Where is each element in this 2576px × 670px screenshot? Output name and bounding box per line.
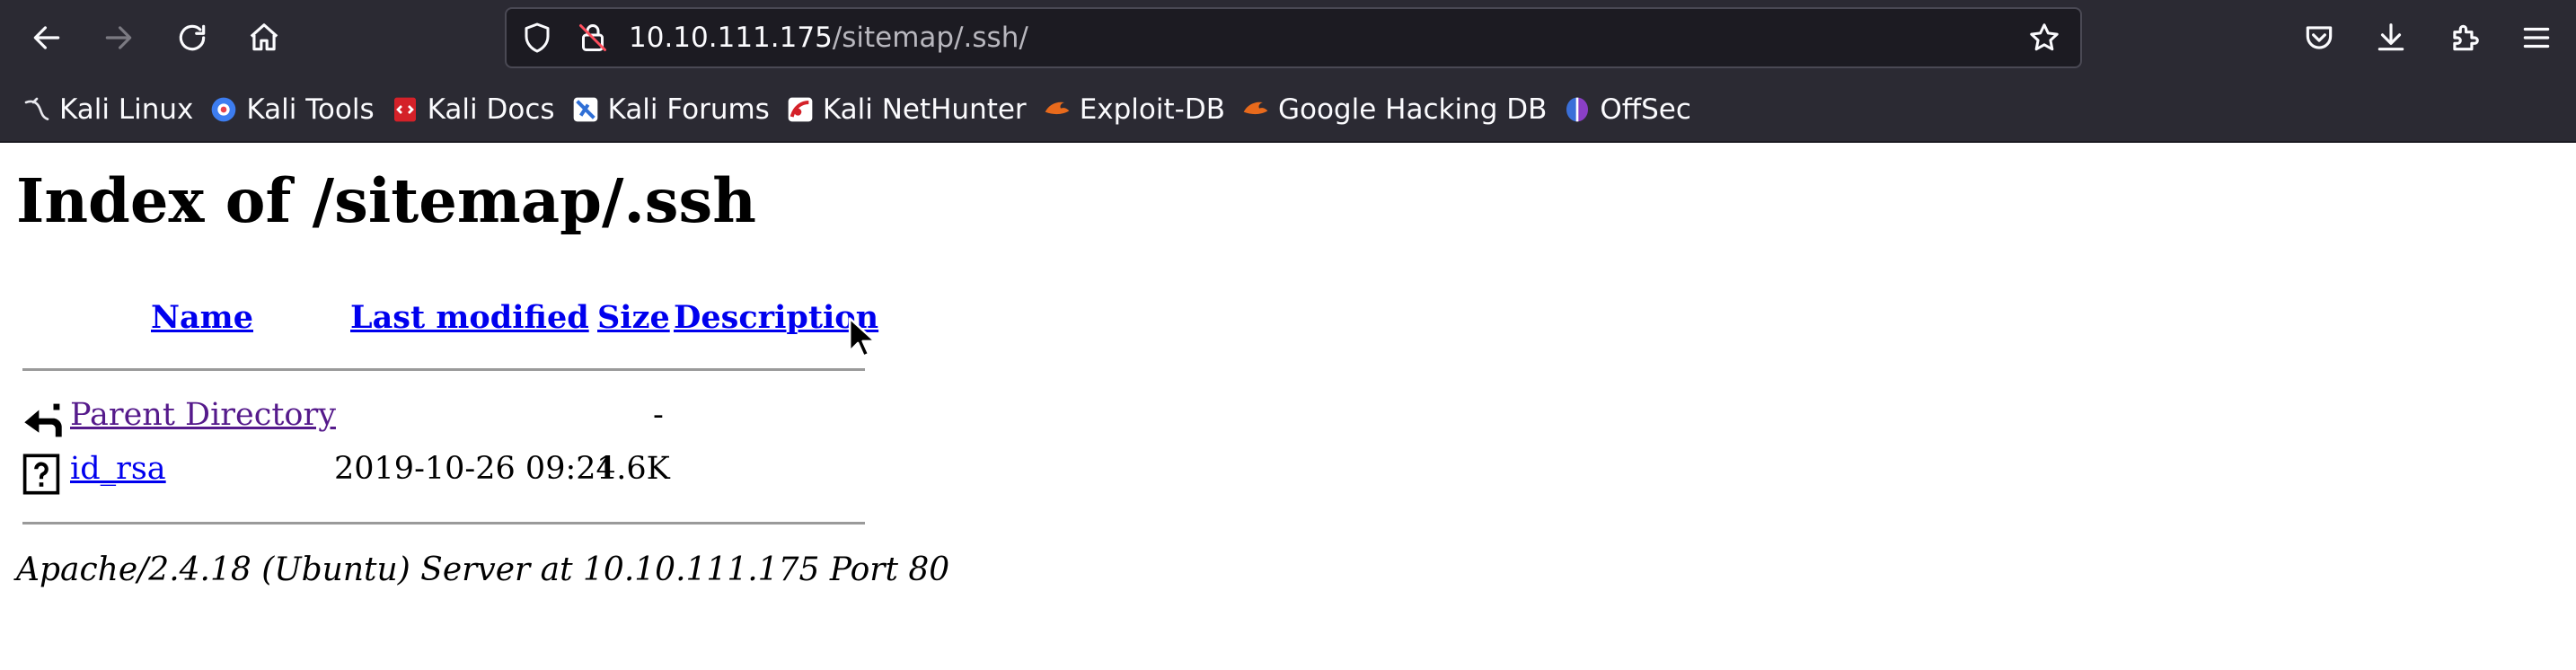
bookmark-label: OffSec	[1600, 93, 1691, 126]
home-icon	[250, 23, 278, 51]
extensions-button[interactable]	[2439, 13, 2490, 63]
bookmark-label: Kali NetHunter	[822, 93, 1027, 126]
kali-dragon-icon	[22, 94, 52, 125]
bookmark-kali-docs[interactable]: Kali Docs	[390, 84, 555, 135]
row-size: -	[653, 397, 664, 433]
download-icon	[2378, 23, 2404, 51]
reload-button[interactable]	[167, 13, 217, 63]
bookmark-kali-forums[interactable]: Kali Forums	[570, 84, 770, 135]
back-button[interactable]	[22, 13, 72, 63]
browser-chrome: 10.10.111.175/sitemap/.ssh/ Kali Linux K…	[0, 0, 2576, 143]
extensions-icon	[2453, 24, 2479, 51]
row-last-modified: 2019-10-26 09:24	[334, 451, 616, 487]
column-header-last-modified[interactable]: Last modified	[350, 299, 589, 336]
insecure-lock-icon[interactable]	[575, 20, 611, 56]
pocket-icon	[2306, 26, 2333, 49]
offsec-icon	[1562, 94, 1592, 125]
menu-icon	[2523, 27, 2550, 48]
kali-forums-icon	[570, 94, 601, 125]
page-title: Index of /sitemap/.ssh	[16, 165, 756, 236]
bookmark-offsec[interactable]: OffSec	[1562, 84, 1691, 135]
bookmark-label: Exploit-DB	[1079, 93, 1225, 126]
bookmark-star-icon[interactable]	[2026, 20, 2062, 56]
exploit-db-icon	[1042, 94, 1072, 125]
parent-directory-link[interactable]: Parent Directory	[70, 397, 336, 433]
google-hacking-db-icon	[1240, 94, 1271, 125]
bookmark-exploit-db[interactable]: Exploit-DB	[1042, 84, 1225, 135]
pocket-button[interactable]	[2294, 13, 2344, 63]
mouse-cursor-icon	[848, 317, 875, 357]
header-divider	[22, 368, 865, 371]
bookmarks-toolbar: Kali Linux Kali Tools Kali Docs Kali For…	[0, 84, 2576, 135]
page-content: Index of /sitemap/.ssh Name Last modifie…	[0, 143, 2576, 670]
bookmark-google-hacking-db[interactable]: Google Hacking DB	[1240, 84, 1547, 135]
column-header-name[interactable]: Name	[151, 299, 253, 336]
reload-icon	[179, 24, 206, 51]
back-folder-icon	[24, 403, 62, 437]
home-button[interactable]	[239, 13, 289, 63]
url-text[interactable]: 10.10.111.175/sitemap/.ssh/	[629, 9, 1028, 66]
footer-divider	[22, 522, 865, 525]
bookmark-label: Kali Linux	[59, 93, 194, 126]
forward-arrow-icon	[105, 26, 132, 49]
bookmark-kali-nethunter[interactable]: Kali NetHunter	[785, 84, 1027, 135]
url-bar[interactable]: 10.10.111.175/sitemap/.ssh/	[505, 7, 2082, 68]
row-size: 1.6K	[596, 451, 670, 487]
kali-tools-icon	[208, 94, 239, 125]
bookmark-kali-tools[interactable]: Kali Tools	[208, 84, 375, 135]
column-header-size[interactable]: Size	[597, 299, 670, 336]
url-path: /sitemap/.ssh/	[832, 22, 1028, 54]
downloads-button[interactable]	[2366, 13, 2416, 63]
url-host: 10.10.111.175	[629, 22, 833, 54]
bookmark-label: Google Hacking DB	[1277, 93, 1548, 126]
unknown-file-icon	[22, 454, 60, 495]
id-rsa-file-link[interactable]: id_rsa	[70, 451, 166, 487]
tracking-protection-shield-icon[interactable]	[519, 20, 555, 56]
forward-button[interactable]	[93, 13, 144, 63]
bookmark-label: Kali Docs	[427, 93, 555, 126]
server-signature: Apache/2.4.18 (Ubuntu) Server at 10.10.1…	[16, 551, 950, 588]
kali-docs-icon	[390, 94, 420, 125]
bookmark-label: Kali Tools	[246, 93, 375, 126]
kali-nethunter-icon	[785, 94, 816, 125]
bookmark-kali-linux[interactable]: Kali Linux	[22, 84, 193, 135]
app-menu-button[interactable]	[2511, 13, 2562, 63]
bookmark-label: Kali Forums	[607, 93, 770, 126]
back-arrow-icon	[33, 26, 60, 49]
